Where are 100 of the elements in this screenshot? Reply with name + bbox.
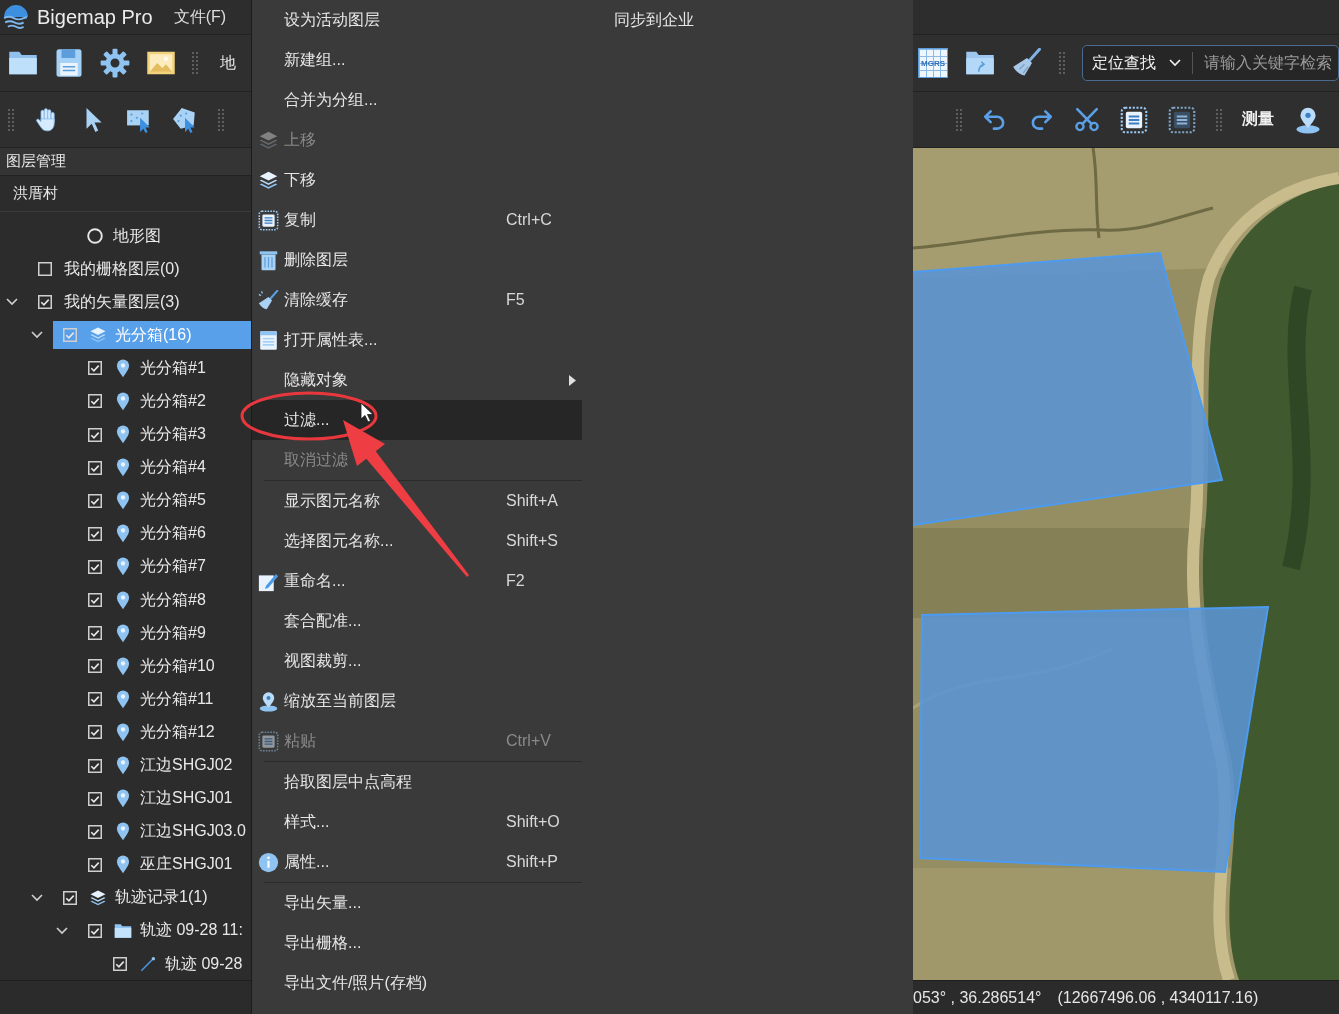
- map-pin-icon: [116, 524, 130, 544]
- info-icon: [258, 851, 279, 873]
- map-dropdown-button[interactable]: 地: [220, 52, 236, 74]
- menu-item[interactable]: 导出文件/照片(存档): [252, 963, 582, 1003]
- tree-item[interactable]: 光分箱#2: [78, 387, 251, 416]
- checkbox[interactable]: [38, 262, 52, 277]
- tree-item[interactable]: 轨迹 09-28 11:: [78, 916, 251, 945]
- checkbox[interactable]: [88, 824, 102, 839]
- polygon-select-icon[interactable]: [172, 106, 198, 133]
- settings-icon[interactable]: [100, 48, 130, 78]
- tree-item[interactable]: 江边SHGJ03.0: [78, 817, 251, 846]
- map-pin-icon: [258, 690, 279, 712]
- menu-item[interactable]: 下移: [252, 160, 582, 200]
- chevron-down-icon[interactable]: [6, 298, 18, 307]
- checkbox[interactable]: [88, 493, 102, 508]
- menu-item[interactable]: 缩放至当前图层: [252, 681, 582, 721]
- menu-item[interactable]: 样式... Shift+O: [252, 802, 582, 842]
- checkbox[interactable]: [88, 361, 102, 376]
- broom-icon[interactable]: [1012, 48, 1042, 78]
- tree-item[interactable]: 光分箱#1: [78, 354, 251, 383]
- map-pin-icon[interactable]: [1294, 105, 1322, 134]
- tree-item[interactable]: 光分箱#9: [78, 619, 251, 648]
- tree-item[interactable]: 地形图: [28, 222, 251, 250]
- checkbox[interactable]: [88, 593, 102, 608]
- tree-item[interactable]: 光分箱#4: [78, 453, 251, 482]
- checkbox[interactable]: [88, 659, 102, 674]
- menu-item[interactable]: 清除缓存 F5: [252, 280, 582, 320]
- search-field[interactable]: 请输入关键字检索: [1204, 54, 1338, 72]
- menu-item[interactable]: 合并为分组...: [252, 80, 582, 120]
- tree-item[interactable]: 我的矢量图层(3): [28, 288, 251, 317]
- tree-item[interactable]: 光分箱#6: [78, 519, 251, 548]
- menu-item[interactable]: 设为活动图层: [252, 0, 582, 40]
- mode-dropdown[interactable]: 定位查找: [1092, 52, 1181, 74]
- tree-item[interactable]: 我的栅格图层(0): [28, 255, 251, 284]
- checkbox[interactable]: [63, 328, 77, 343]
- tree-item[interactable]: 光分箱#12: [78, 718, 251, 747]
- menu-item[interactable]: 显示图元名称 Shift+A: [252, 481, 582, 521]
- submenu-arrow-icon: [569, 374, 576, 386]
- scissors-icon[interactable]: [1074, 106, 1100, 133]
- folder-icon: [114, 921, 132, 940]
- logo-icon: [3, 4, 29, 30]
- tree-item[interactable]: 光分箱#10: [78, 652, 251, 681]
- checkbox[interactable]: [88, 394, 102, 409]
- checkbox[interactable]: [88, 460, 102, 475]
- tree-item[interactable]: 巫庄SHGJ01: [78, 850, 251, 879]
- menu-item[interactable]: 新建组...: [252, 40, 582, 80]
- tree-item[interactable]: 光分箱#8: [78, 586, 251, 615]
- layers-icon: [258, 169, 279, 191]
- menu-item[interactable]: 导出矢量...: [252, 883, 582, 923]
- document-list-icon[interactable]: [1120, 105, 1148, 134]
- shortcut-text: F5: [506, 291, 526, 309]
- checkbox[interactable]: [88, 923, 102, 938]
- menu-item[interactable]: 视图裁剪...: [252, 641, 582, 681]
- checkbox[interactable]: [88, 791, 102, 806]
- tree-item[interactable]: 轨迹记录1(1): [53, 883, 251, 912]
- checkbox[interactable]: [88, 692, 102, 707]
- panel-title: 图层管理: [0, 148, 251, 176]
- map-pin-icon: [116, 689, 130, 709]
- save-icon[interactable]: [54, 48, 84, 78]
- menu-item[interactable]: 过滤...: [252, 400, 582, 440]
- menu-item[interactable]: 拾取图层中点高程: [252, 762, 582, 802]
- tree-item[interactable]: 光分箱#7: [78, 552, 251, 581]
- menu-item[interactable]: 隐藏对象: [252, 360, 582, 400]
- checkbox[interactable]: [88, 559, 102, 574]
- checkbox[interactable]: [88, 857, 102, 872]
- tree-item[interactable]: 江边SHGJ02: [78, 751, 251, 780]
- tree-item[interactable]: 光分箱#3: [78, 420, 251, 449]
- menu-item[interactable]: 重命名... F2: [252, 561, 582, 601]
- tree-item[interactable]: 光分箱#11: [78, 685, 251, 714]
- chevron-down-icon: [1169, 59, 1181, 67]
- menu-item[interactable]: 导出栅格...: [252, 923, 582, 963]
- menu-item[interactable]: 同步到企业: [582, 0, 913, 40]
- grid-button[interactable]: MGRS: [918, 48, 948, 78]
- document-list-icon[interactable]: [1168, 105, 1196, 134]
- menu-bar-item[interactable]: 文件(F): [173, 6, 227, 28]
- search-bar[interactable]: 定位查找 请输入关键字检索: [1082, 45, 1339, 81]
- chevron-down-icon[interactable]: [31, 893, 43, 902]
- checkbox[interactable]: [113, 957, 127, 972]
- checkbox[interactable]: [88, 526, 102, 541]
- chevron-down-icon[interactable]: [31, 331, 43, 340]
- menu-item[interactable]: 复制 Ctrl+C: [252, 200, 582, 240]
- measure-button[interactable]: 测量: [1242, 109, 1274, 130]
- menu-item[interactable]: 选择图元名称... Shift+S: [252, 521, 582, 561]
- checkbox[interactable]: [63, 890, 77, 905]
- map-pin-icon: [116, 358, 130, 378]
- checkbox[interactable]: [38, 295, 52, 310]
- tree-item[interactable]: 光分箱#5: [78, 486, 251, 515]
- checkbox[interactable]: [88, 427, 102, 442]
- checkbox[interactable]: [88, 626, 102, 641]
- radio-button[interactable]: [87, 228, 103, 244]
- menu-item[interactable]: 套合配准...: [252, 601, 582, 641]
- checkbox[interactable]: [88, 758, 102, 773]
- menu-item[interactable]: 打开属性表...: [252, 320, 582, 360]
- chevron-down-icon[interactable]: [56, 926, 68, 935]
- menu-item[interactable]: 属性... Shift+P: [252, 842, 582, 882]
- checkbox[interactable]: [88, 725, 102, 740]
- tree-item[interactable]: 江边SHGJ01: [78, 784, 251, 813]
- menu-item[interactable]: 删除图层: [252, 240, 582, 280]
- shortcut-text: Ctrl+V: [506, 732, 552, 750]
- tree-item[interactable]: 轨迹 09-28: [103, 950, 251, 979]
